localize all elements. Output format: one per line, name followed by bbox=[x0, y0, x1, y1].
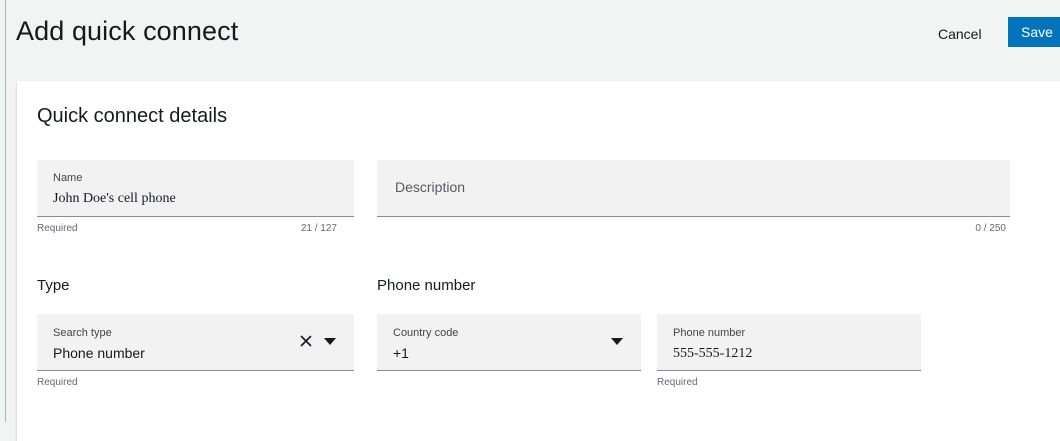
save-button[interactable]: Save bbox=[1008, 17, 1060, 47]
section-title: Quick connect details bbox=[37, 105, 228, 127]
country-code-label: Country code bbox=[393, 327, 459, 339]
name-field[interactable]: Name John Doe's cell phone bbox=[37, 160, 354, 217]
phone-number-required-helper: Required bbox=[657, 377, 698, 388]
close-icon[interactable] bbox=[299, 334, 313, 348]
search-type-select[interactable]: Search type Phone number bbox=[37, 314, 354, 371]
caret-down-icon[interactable] bbox=[324, 338, 336, 345]
search-type-required-helper: Required bbox=[37, 377, 78, 388]
description-char-counter: 0 / 250 bbox=[975, 223, 1006, 234]
page-title: Add quick connect bbox=[16, 16, 239, 46]
phone-number-input[interactable]: Phone number 555-555-1212 bbox=[657, 314, 921, 371]
phone-number-value: 555-555-1212 bbox=[673, 346, 753, 361]
phone-number-label: Phone number bbox=[673, 327, 746, 339]
description-placeholder: Description bbox=[395, 179, 466, 195]
caret-down-icon[interactable] bbox=[611, 338, 623, 345]
page-header: Add quick connect Cancel Save bbox=[0, 0, 1060, 70]
name-required-helper: Required bbox=[37, 223, 78, 234]
name-value: John Doe's cell phone bbox=[53, 191, 176, 206]
cancel-button[interactable]: Cancel bbox=[932, 22, 988, 46]
name-char-counter: 21 / 127 bbox=[300, 223, 337, 234]
description-field[interactable]: Description bbox=[377, 160, 1010, 217]
search-type-value: Phone number bbox=[53, 345, 145, 361]
name-label: Name bbox=[53, 172, 83, 184]
country-code-select[interactable]: Country code +1 bbox=[377, 314, 641, 371]
quick-connect-details-card: Quick connect details Name John Doe's ce… bbox=[17, 81, 1060, 441]
search-type-label: Search type bbox=[53, 327, 112, 339]
phone-number-title: Phone number bbox=[377, 277, 476, 294]
type-title: Type bbox=[37, 277, 70, 294]
country-code-value: +1 bbox=[393, 345, 409, 361]
